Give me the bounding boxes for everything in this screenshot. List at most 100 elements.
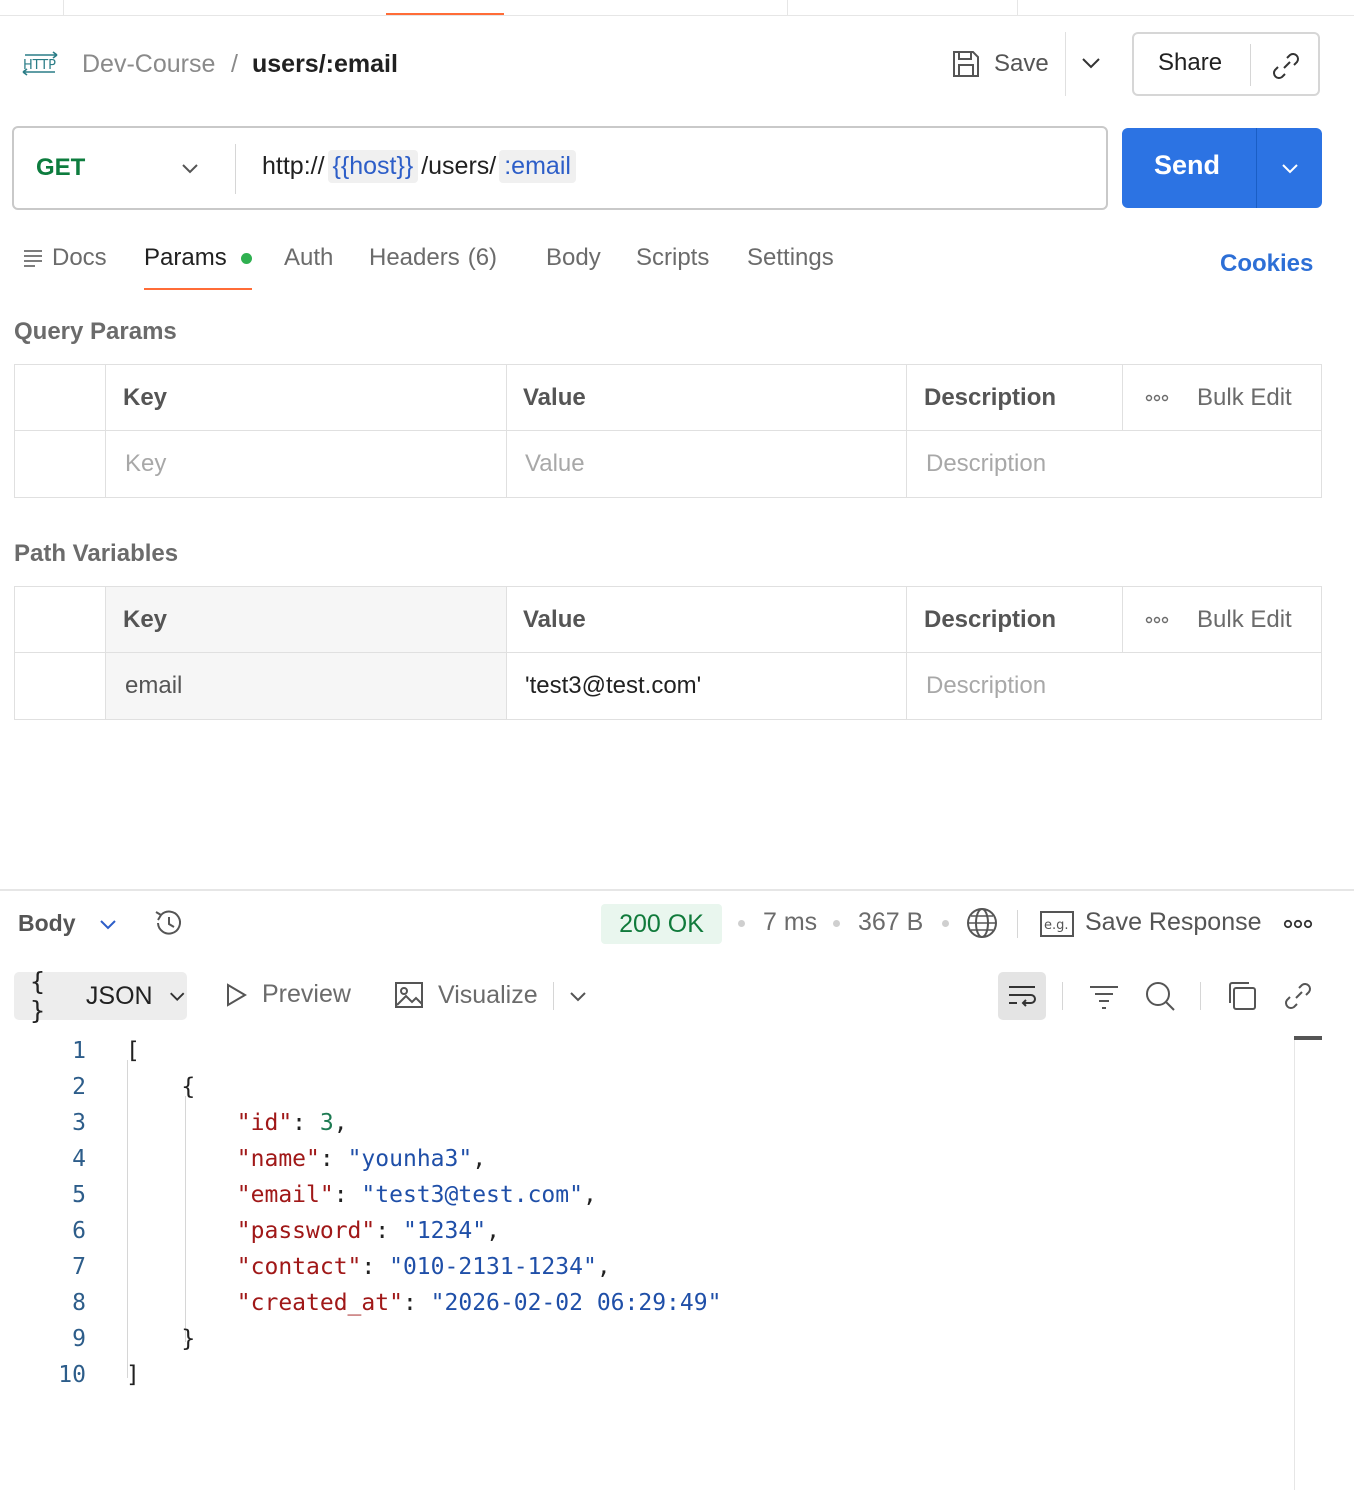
json-key: "id" (236, 1110, 293, 1136)
wrap-lines-toggle[interactable] (998, 972, 1046, 1020)
json-key: "contact" (236, 1254, 362, 1280)
url-input[interactable]: http://{{host}}/users/:email (262, 150, 579, 183)
response-time[interactable]: 7 ms (763, 908, 817, 937)
table-row: email 'test3@test.com' Description (15, 653, 1321, 719)
active-tab-underline (144, 288, 252, 290)
json-punctuation: , (333, 1110, 348, 1136)
chevron-down-icon[interactable] (1078, 50, 1104, 76)
tab-separator (63, 0, 64, 15)
tab-headers[interactable]: Headers (6) (369, 244, 497, 272)
tab-docs-label: Docs (52, 244, 107, 271)
save-button[interactable]: Save (950, 44, 1049, 84)
copy-icon[interactable] (1225, 979, 1259, 1013)
json-icon: { } (30, 967, 46, 1025)
image-icon (395, 982, 423, 1008)
line-number: 1 (72, 1038, 86, 1064)
tab-scripts-label: Scripts (636, 244, 710, 271)
tab-auth-label: Auth (284, 244, 334, 271)
more-options-icon[interactable] (1283, 918, 1313, 930)
scrollbar[interactable] (1294, 1040, 1295, 1490)
json-string: "2026-02-02 06:29:49" (430, 1290, 722, 1316)
json-string: "010-2131-1234" (389, 1254, 597, 1280)
visualize-button[interactable]: Visualize (394, 980, 538, 1010)
table-header-row: Key Value Description Bulk Edit (15, 365, 1321, 431)
line-number: 9 (72, 1326, 86, 1352)
tab-scripts[interactable]: Scripts (636, 244, 709, 272)
link-icon[interactable] (1270, 50, 1302, 82)
line-number: 6 (72, 1218, 86, 1244)
play-icon (227, 982, 247, 1007)
example-icon: e.g. (1040, 911, 1074, 937)
column-header-description: Description (924, 606, 1057, 633)
more-options-icon[interactable] (1145, 616, 1169, 624)
tab-auth[interactable]: Auth (284, 244, 333, 272)
url-variable-chip[interactable]: :email (499, 150, 576, 183)
response-body-label[interactable]: Body (18, 910, 76, 937)
value-input[interactable]: Value (525, 431, 585, 497)
code-line: 6 "password": "1234", (0, 1218, 1290, 1254)
tab-settings[interactable]: Settings (747, 244, 834, 272)
bulk-edit-button[interactable]: Bulk Edit (1197, 384, 1292, 412)
json-punctuation: { (126, 1074, 196, 1100)
toolbar-divider (1017, 910, 1018, 938)
share-button[interactable]: Share (1158, 49, 1222, 77)
description-input[interactable]: Description (926, 431, 1046, 497)
json-punctuation: , (596, 1254, 611, 1280)
line-number: 10 (58, 1362, 86, 1388)
tab-body[interactable]: Body (546, 244, 601, 272)
method-select[interactable]: GET (36, 154, 85, 182)
search-icon[interactable] (1143, 979, 1177, 1013)
request-title[interactable]: users/:email (252, 48, 398, 80)
history-icon[interactable] (152, 906, 186, 940)
response-pane-divider[interactable] (0, 889, 1354, 891)
chevron-down-icon[interactable] (1278, 156, 1302, 180)
column-divider (506, 587, 507, 719)
json-punctuation: : (361, 1254, 390, 1280)
code-text: "id": 3, (126, 1110, 348, 1136)
tab-settings-label: Settings (747, 244, 834, 271)
code-line: 5 "email": "test3@test.com", (0, 1182, 1290, 1218)
send-button[interactable]: Send (1154, 150, 1220, 181)
chevron-down-icon[interactable] (178, 156, 202, 180)
line-number: 3 (72, 1110, 86, 1136)
tab-docs[interactable]: Docs (22, 244, 107, 272)
table-row: Key Value Description (15, 431, 1321, 497)
json-key: "name" (236, 1146, 320, 1172)
format-select[interactable]: { } JSON (14, 967, 187, 1025)
globe-icon[interactable] (965, 906, 999, 940)
key-input[interactable]: Key (125, 431, 166, 497)
preview-button[interactable]: Preview (224, 980, 351, 1009)
json-punctuation (126, 1290, 237, 1316)
chevron-down-icon[interactable] (96, 912, 120, 936)
docs-icon (24, 250, 42, 267)
url-variable-chip[interactable]: {{host}} (327, 150, 419, 183)
path-variable-value-input[interactable]: 'test3@test.com' (525, 653, 701, 719)
chevron-down-icon[interactable] (566, 984, 590, 1008)
send-button-group: Send (1122, 128, 1322, 208)
status-badge[interactable]: 200 OK (601, 904, 722, 944)
format-label: JSON (85, 981, 153, 1010)
breadcrumb-separator: / (231, 50, 238, 78)
json-key: "created_at" (236, 1290, 403, 1316)
table-header-row: Key Value Description Bulk Edit (15, 587, 1321, 653)
scrollbar-thumb[interactable] (1294, 1036, 1322, 1040)
save-response-button[interactable]: Save Response (1085, 908, 1262, 937)
tab-params[interactable]: Params (144, 244, 252, 272)
json-punctuation: , (472, 1146, 487, 1172)
column-divider (105, 365, 106, 497)
description-input[interactable]: Description (926, 653, 1046, 719)
meta-separator-dot (833, 920, 840, 927)
breadcrumb-collection[interactable]: Dev-Course (82, 48, 215, 80)
wrap-lines-icon (1009, 986, 1036, 1007)
active-tab-indicator[interactable] (386, 13, 504, 15)
more-options-icon[interactable] (1145, 394, 1169, 402)
link-icon[interactable] (1281, 979, 1315, 1013)
code-line: 4 "name": "younha3", (0, 1146, 1290, 1182)
column-header-value: Value (523, 606, 586, 633)
json-punctuation (126, 1146, 237, 1172)
bulk-edit-button[interactable]: Bulk Edit (1197, 606, 1292, 634)
filter-icon[interactable] (1087, 979, 1121, 1013)
cookies-link[interactable]: Cookies (1220, 250, 1313, 278)
column-divider (1122, 365, 1123, 431)
response-size[interactable]: 367 B (858, 908, 923, 937)
